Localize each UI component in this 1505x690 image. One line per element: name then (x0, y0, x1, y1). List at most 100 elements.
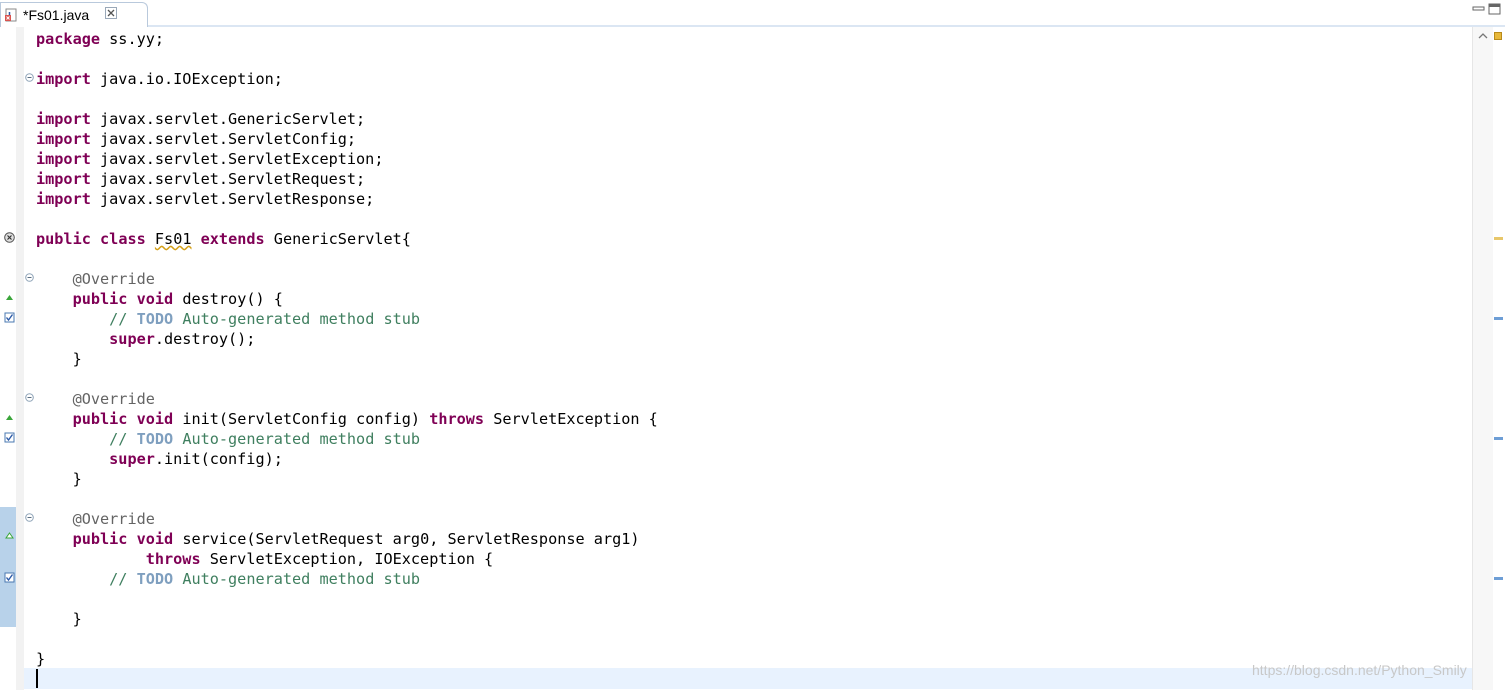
todo-token: TODO (136, 430, 174, 448)
text-caret (36, 669, 38, 688)
code-token: } (36, 470, 82, 488)
keyword-token: throws (429, 410, 485, 428)
code-line[interactable]: } (36, 649, 45, 669)
maximize-icon[interactable] (1488, 3, 1502, 15)
code-token: .init(config); (154, 450, 283, 468)
override-indicator-icon[interactable] (4, 413, 15, 424)
code-token: ServletException, IOException { (200, 550, 494, 568)
code-line[interactable]: super.destroy(); (36, 329, 255, 349)
overview-task-mark[interactable] (1494, 437, 1503, 440)
fold-imports-icon[interactable] (25, 73, 34, 82)
code-line[interactable]: import javax.servlet.ServletException; (36, 149, 383, 169)
code-token: service(ServletRequest arg0, ServletResp… (173, 530, 640, 548)
override-indicator-icon[interactable] (4, 293, 15, 304)
java-file-error-icon: J (5, 8, 17, 22)
overview-task-mark[interactable] (1494, 577, 1503, 580)
code-editor[interactable]: package ss.yy; import java.io.IOException… (0, 27, 1505, 690)
code-line[interactable]: public void destroy() { (36, 289, 283, 309)
fold-method-icon[interactable] (25, 273, 34, 282)
keyword-token: import (36, 130, 91, 148)
code-token: } (36, 610, 82, 628)
keyword-token: import (36, 170, 91, 188)
keyword-token: public (72, 290, 128, 308)
keyword-token: void (136, 290, 174, 308)
code-line[interactable]: package ss.yy; (36, 29, 164, 49)
code-token: ss.yy; (100, 30, 165, 48)
code-line[interactable]: @Override (36, 389, 155, 409)
code-token: javax.servlet.ServletException; (90, 150, 384, 168)
annotation-token: @Override (72, 510, 155, 528)
code-line[interactable]: // TODO Auto-generated method stub (36, 309, 420, 329)
overview-task-mark[interactable] (1494, 317, 1503, 320)
keyword-token: public (72, 410, 128, 428)
keyword-token: import (36, 150, 91, 168)
tab-fs01-java[interactable]: J *Fs01.java (0, 2, 148, 27)
code-line[interactable]: public class Fs01 extends GenericServlet… (36, 229, 411, 249)
code-line[interactable]: } (36, 609, 82, 629)
code-line[interactable]: @Override (36, 509, 155, 529)
code-token: javax.servlet.ServletConfig; (90, 130, 357, 148)
keyword-token: throws (145, 550, 201, 568)
code-line[interactable]: @Override (36, 269, 155, 289)
keyword-token: import (36, 70, 91, 88)
keyword-token: void (136, 530, 174, 548)
code-token: javax.servlet.ServletResponse; (90, 190, 375, 208)
code-line[interactable]: throws ServletException, IOException { (36, 549, 493, 569)
minimize-icon[interactable] (1472, 5, 1486, 13)
implements-indicator-icon[interactable] (4, 531, 15, 542)
close-icon[interactable] (105, 7, 117, 19)
keyword-token: super (109, 330, 155, 348)
code-token: javax.servlet.GenericServlet; (90, 110, 366, 128)
keyword-token: import (36, 190, 91, 208)
code-token: ServletException { (484, 410, 658, 428)
code-line[interactable]: public void init(ServletConfig config) t… (36, 409, 658, 429)
code-line[interactable]: // TODO Auto-generated method stub (36, 429, 420, 449)
keyword-token: super (109, 450, 155, 468)
code-line[interactable]: import javax.servlet.ServletRequest; (36, 169, 365, 189)
fold-method-icon[interactable] (25, 393, 34, 402)
task-marker-icon[interactable] (4, 312, 15, 323)
error-marker-icon[interactable] (4, 232, 15, 243)
folding-ruler (16, 27, 24, 690)
code-line[interactable]: // TODO Auto-generated method stub (36, 569, 420, 589)
overview-warning-mark[interactable] (1494, 237, 1503, 240)
code-line[interactable]: public void service(ServletRequest arg0,… (36, 529, 640, 549)
todo-token: TODO (136, 310, 174, 328)
comment-token: Auto-generated method stub (173, 570, 421, 588)
keyword-token: class (100, 230, 146, 248)
code-token: GenericServlet{ (264, 230, 411, 248)
task-marker-icon[interactable] (4, 432, 15, 443)
code-line[interactable]: import javax.servlet.GenericServlet; (36, 109, 365, 129)
fold-method-icon[interactable] (25, 513, 34, 522)
keyword-token: void (136, 410, 174, 428)
code-line[interactable]: super.init(config); (36, 449, 283, 469)
scroll-up-icon[interactable] (1478, 32, 1488, 40)
vertical-scrollbar[interactable] (1472, 27, 1493, 690)
code-line[interactable]: import java.io.IOException; (36, 69, 283, 89)
code-line[interactable]: import javax.servlet.ServletConfig; (36, 129, 356, 149)
code-line[interactable]: import javax.servlet.ServletResponse; (36, 189, 374, 209)
watermark: https://blog.csdn.net/Python_Smily (1252, 662, 1467, 678)
code-line[interactable]: } (36, 469, 82, 489)
code-line[interactable]: } (36, 349, 82, 369)
selected-range-indicator (0, 507, 16, 627)
tab-title: *Fs01.java (23, 7, 90, 23)
keyword-token: extends (200, 230, 265, 248)
keyword-token: package (36, 30, 101, 48)
code-token: javax.servlet.ServletRequest; (90, 170, 366, 188)
task-marker-icon[interactable] (4, 572, 15, 583)
overview-warning-icon[interactable] (1494, 32, 1502, 40)
